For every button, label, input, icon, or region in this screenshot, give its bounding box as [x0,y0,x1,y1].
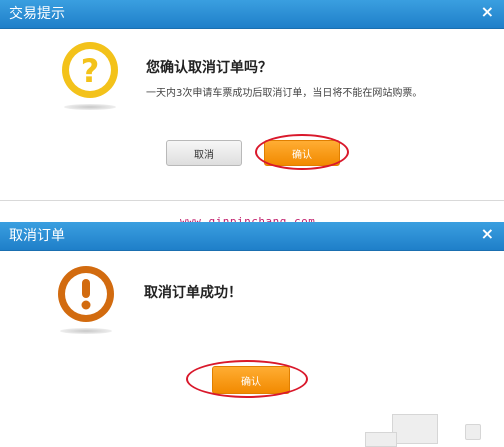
background-shape [465,424,481,440]
dialog-titlebar: 取消订单 × [0,222,504,251]
dialog-title: 交易提示 [9,6,65,22]
confirm-cancel-dialog: 交易提示 × ? 您确认取消订单吗？ 一天内3次申请车票成功后取消订单，当日将不… [0,0,504,201]
svg-text:?: ? [81,52,100,90]
background-shape [392,414,438,444]
confirm-button[interactable]: 确认 [264,140,340,166]
question-circle-icon: ? [60,40,120,110]
dialog-title: 取消订单 [9,228,65,244]
icon-shadow [60,328,112,334]
confirm-button[interactable]: 确认 [212,366,290,394]
close-icon[interactable]: × [481,224,494,244]
message-detail: 一天内3次申请车票成功后取消订单，当日将不能在网站购票。 [146,88,423,99]
close-icon[interactable]: × [481,2,494,22]
cancel-success-dialog: 取消订单 × 取消订单成功！ 确认 [0,222,504,445]
icon-shadow [64,104,116,110]
message-title: 取消订单成功！ [144,285,242,301]
cancel-button[interactable]: 取消 [166,140,242,166]
message-title: 您确认取消订单吗？ [146,60,272,76]
dialog-titlebar: 交易提示 × [0,0,504,29]
exclamation-circle-icon [56,264,116,334]
